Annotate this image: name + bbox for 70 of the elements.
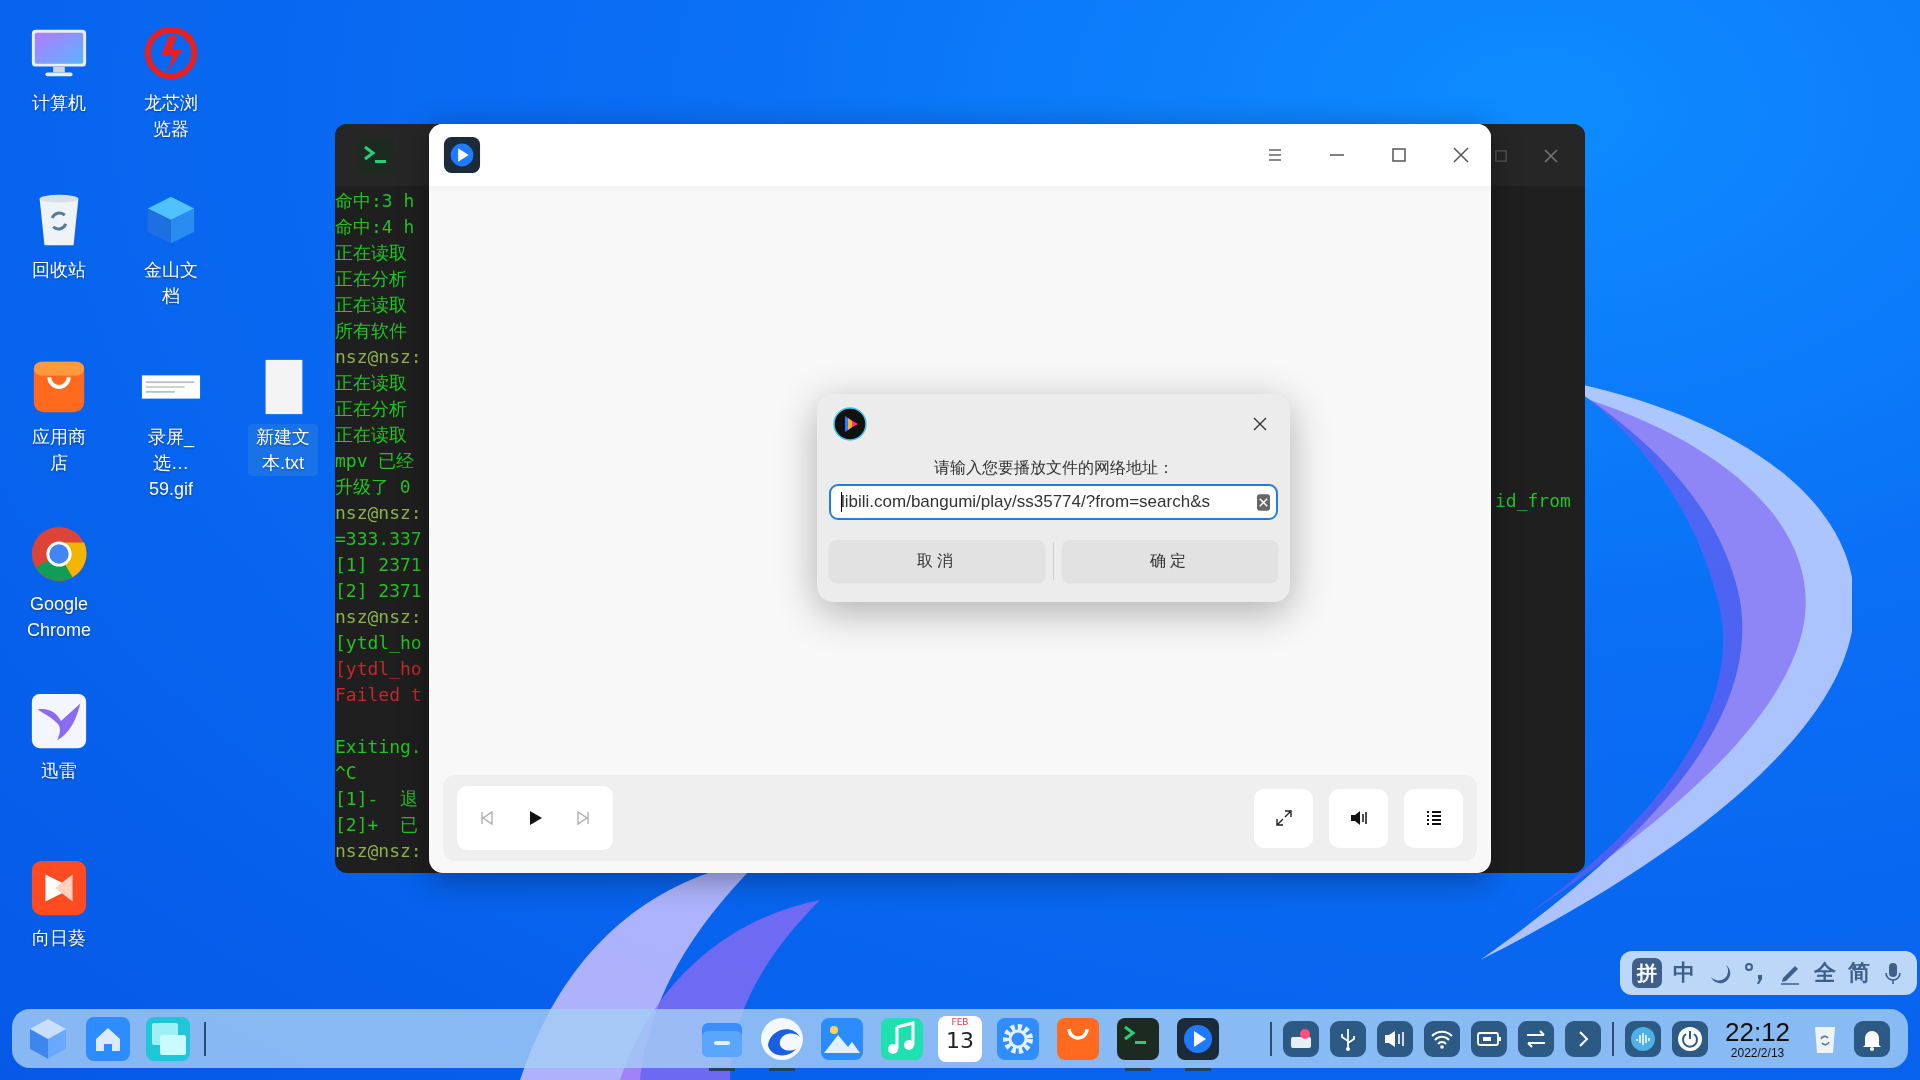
- calendar-icon[interactable]: FEB 13: [938, 1015, 982, 1062]
- terminal-line: 正在读取: [335, 424, 407, 445]
- terminal-line: nsz@nsz:: [335, 502, 422, 523]
- terminal-line: 命中:3 h: [335, 190, 415, 211]
- terminal-line: ^C: [335, 762, 357, 783]
- desktop-icon-label[interactable]: 迅雷: [24, 758, 94, 784]
- terminal-line: 所有软件: [335, 320, 407, 341]
- close-icon[interactable]: [1451, 145, 1471, 165]
- terminal-line: Exiting.: [335, 736, 422, 757]
- terminal-line: [2] 2371: [335, 580, 422, 601]
- desktop-icon-label[interactable]: Google Chrome: [24, 591, 94, 643]
- dialog-prompt: 请输入您要播放文件的网络地址：: [932, 457, 1175, 479]
- terminal-line: [2]+ 已: [335, 814, 419, 835]
- maximize-icon[interactable]: [1389, 145, 1409, 165]
- voice-assistant-icon[interactable]: [1625, 1020, 1661, 1057]
- keyboard-icon[interactable]: [1283, 1020, 1319, 1057]
- desktop-icon-label[interactable]: 金山文档: [136, 257, 206, 309]
- swap-arrows-icon[interactable]: [1518, 1020, 1554, 1057]
- desktop-icon-label[interactable]: 回收站: [24, 257, 94, 283]
- input-option-button[interactable]: 中: [1673, 958, 1696, 988]
- clear-icon[interactable]: [1257, 493, 1270, 511]
- fullscreen-button[interactable]: [1254, 788, 1313, 848]
- terminal-line: nsz@nsz:: [335, 840, 422, 861]
- input-option-button[interactable]: 简: [1847, 958, 1870, 988]
- terminal-line: 正在分析: [335, 268, 407, 289]
- desktop-icon-label[interactable]: 录屏_选…59.gif: [136, 424, 206, 502]
- input-mode-button[interactable]: 拼: [1631, 958, 1662, 988]
- terminal-line: [ytdl_ho: [335, 632, 422, 653]
- play-logo-icon[interactable]: [443, 136, 481, 174]
- volume-button[interactable]: [1329, 788, 1388, 848]
- url-input-field[interactable]: libili.com/bangumi/play/ss35774/?from=search&s: [829, 484, 1278, 520]
- desktop-icon-label[interactable]: 龙芯浏览器: [136, 90, 206, 142]
- clock-time[interactable]: 22:12: [1725, 1017, 1791, 1046]
- terminal-line: 正在读取: [335, 242, 407, 263]
- expand-arrows-icon: [1273, 808, 1294, 828]
- terminal-line: nsz@nsz:: [335, 606, 422, 627]
- terminal-line: mpv 已经: [335, 450, 415, 471]
- notification-bell-icon[interactable]: [1854, 1020, 1891, 1057]
- close-icon[interactable]: [1252, 416, 1268, 432]
- volume-icon: [1348, 808, 1369, 828]
- terminal-line: 正在分析: [335, 398, 407, 419]
- terminal-line: [ytdl_ho: [335, 658, 422, 679]
- terminal-line: Failed t: [335, 684, 422, 705]
- usb-icon[interactable]: [1330, 1020, 1366, 1057]
- confirm-button[interactable]: 确定: [1062, 540, 1278, 582]
- terminal-line: 正在读取: [335, 372, 407, 393]
- terminal-app-icon[interactable]: [356, 136, 396, 176]
- battery-icon[interactable]: [1471, 1020, 1507, 1057]
- playlist-button[interactable]: [1404, 788, 1463, 848]
- clock-date[interactable]: 2022/2/13: [1730, 1045, 1785, 1060]
- terminal-line: id_from: [1495, 489, 1571, 513]
- terminal-line: 升级了 0: [335, 476, 411, 497]
- terminal-line: [1]- 退: [335, 788, 419, 809]
- desktop-icon-label[interactable]: 计算机: [24, 90, 94, 116]
- terminal-line: [1] 2371: [335, 554, 422, 575]
- power-icon[interactable]: [1672, 1020, 1708, 1057]
- home-icon[interactable]: [84, 1014, 132, 1063]
- terminal-line: 正在读取: [335, 294, 407, 315]
- terminal-line: nsz@nsz:: [335, 346, 422, 367]
- input-option-button[interactable]: 全: [1813, 958, 1836, 988]
- desktop-icon-label[interactable]: 应用商店: [24, 424, 94, 476]
- volume-icon[interactable]: [1377, 1020, 1413, 1057]
- chevron-icon[interactable]: [1565, 1020, 1601, 1057]
- desktop-icon-label[interactable]: 向日葵: [24, 925, 94, 951]
- cancel-button[interactable]: 取消: [829, 540, 1045, 582]
- desktop-icon-label[interactable]: 新建文本.txt: [248, 424, 318, 476]
- wifi-icon[interactable]: [1424, 1020, 1460, 1057]
- terminal-line: =333.337: [335, 528, 422, 549]
- play-logo-icon: [833, 407, 867, 441]
- terminal-line: 命中:4 h: [335, 216, 415, 237]
